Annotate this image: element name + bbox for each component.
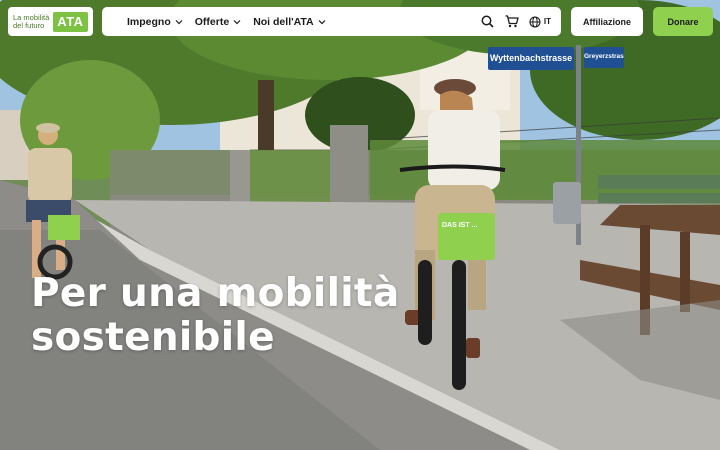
nav-item-label: Noi dell'ATA [253,15,314,28]
hero-title-line-2: sostenibile [31,315,275,360]
hero-background-photo: Wyttenbachstrasse Greyerzstrasse DAS IST… [0,0,720,450]
chevron-down-icon [318,19,326,24]
logo-line-2: del futuro [13,20,45,30]
main-navigation: Impegno Offerte Noi dell'ATA IT [102,7,561,36]
bike-basket-label: DAS IST ... [442,222,478,229]
nav-item-offerte[interactable]: Offerte [195,16,241,28]
membership-button[interactable]: Affiliazione [571,7,643,36]
language-code: IT [543,17,551,26]
chevron-down-icon [175,19,183,24]
nav-item-label: Impegno [127,15,171,28]
logo-text: La mobilità del futuro [13,13,49,30]
search-icon[interactable] [481,15,495,29]
nav-item-impegno[interactable]: Impegno [127,16,183,28]
donate-button[interactable]: Donare [653,7,713,36]
street-sign-greyerzstrasse: Greyerzstrasse [584,53,624,60]
site-logo[interactable]: La mobilità del futuro ATA [8,7,93,36]
street-sign-wyttenbachstrasse: Wyttenbachstrasse [489,53,573,63]
language-selector[interactable]: IT [529,15,551,28]
globe-icon [529,15,541,28]
chevron-down-icon [233,19,241,24]
logo-mark: ATA [53,11,88,32]
hero-title: Per una mobilità sostenibile [31,272,451,360]
nav-item-noi-dell-ata[interactable]: Noi dell'ATA [253,15,326,28]
cart-icon[interactable] [505,15,519,29]
hero-title-line-1: Per una mobilità [31,271,400,316]
nav-item-label: Offerte [194,15,230,28]
